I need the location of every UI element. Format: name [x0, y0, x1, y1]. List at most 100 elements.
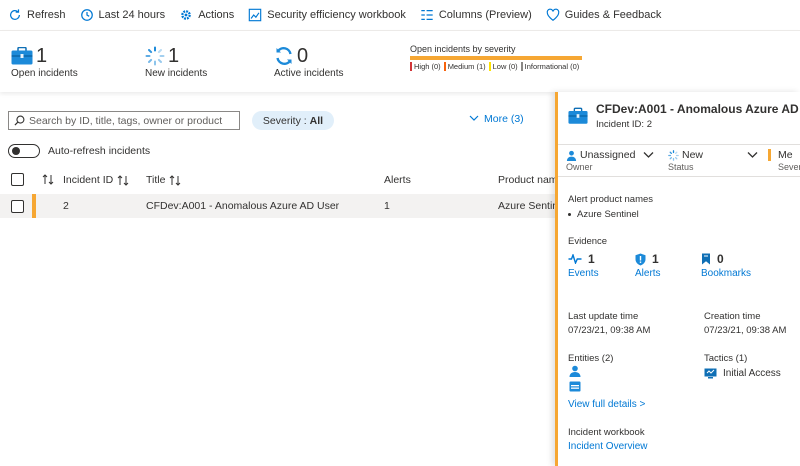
row-incident-id: 2	[63, 200, 69, 212]
column-alerts[interactable]: Alerts	[384, 174, 411, 186]
heart-icon	[546, 8, 560, 21]
table-header: Incident ID Title Alerts Product nam	[0, 168, 558, 192]
funnel-icon	[469, 115, 479, 121]
time-range-label: Last 24 hours	[98, 9, 166, 21]
row-checkbox[interactable]	[11, 200, 24, 213]
auto-refresh-label: Auto-refresh incidents	[48, 145, 151, 157]
owner-value: Unassigned	[580, 149, 636, 161]
user-entity-icon[interactable]	[569, 365, 581, 377]
select-all-checkbox[interactable]	[11, 173, 24, 186]
refresh-label: Refresh	[27, 9, 66, 21]
row-title: CFDev:A001 - Anomalous Azure AD User	[146, 200, 340, 212]
chevron-down-icon	[643, 152, 654, 158]
severity-dropdown[interactable]: Me Severity	[768, 149, 800, 172]
auto-refresh-toggle[interactable]	[8, 144, 40, 158]
pulse-icon	[568, 254, 582, 264]
column-product[interactable]: Product nam	[498, 174, 558, 186]
severity-filter-label: Severity :	[262, 114, 307, 127]
sync-icon	[276, 47, 292, 65]
refresh-button[interactable]: Refresh	[8, 8, 66, 22]
incident-overview-link[interactable]: Incident Overview	[568, 441, 647, 452]
spinner-icon	[145, 46, 165, 66]
alerts-count: 1	[652, 252, 659, 266]
table-row[interactable]: 2 CFDev:A001 - Anomalous Azure AD User 1…	[0, 194, 566, 218]
active-incidents-count: 0	[297, 45, 309, 67]
workbook-button[interactable]: Security efficiency workbook	[248, 8, 406, 22]
columns-label: Columns (Preview)	[438, 9, 532, 21]
tactics-label: Tactics (1)	[704, 353, 748, 364]
active-incidents-label: Active incidents	[274, 68, 344, 79]
severity-filter[interactable]: Severity : All	[252, 111, 334, 130]
device-entity-icon[interactable]	[569, 381, 581, 392]
sort-icon-column[interactable]	[38, 174, 54, 185]
severity-value: Me	[778, 149, 793, 161]
briefcase-icon	[11, 47, 33, 65]
owner-label: Owner	[566, 162, 593, 172]
evidence-bookmarks[interactable]: 0 Bookmarks	[701, 252, 751, 279]
bookmark-icon	[702, 253, 710, 265]
bookmarks-count: 0	[717, 252, 724, 266]
briefcase-icon	[568, 107, 588, 124]
severity-legend: High (0) Medium (1) Low (0) Informationa…	[410, 62, 585, 71]
bullet	[568, 213, 571, 216]
more-filters-button[interactable]: More (3)	[469, 113, 524, 125]
panel-title: CFDev:A001 - Anomalous Azure AD User	[596, 102, 800, 116]
sort-icon	[117, 174, 129, 186]
bookmarks-link[interactable]: Bookmarks	[701, 268, 751, 279]
more-filters-label: More (3)	[484, 113, 524, 125]
incident-workbook-label: Incident workbook	[568, 427, 645, 438]
status-label: Status	[668, 162, 694, 172]
open-incidents-count: 1	[36, 45, 48, 67]
column-alerts-label: Alerts	[384, 174, 411, 186]
row-severity-indicator	[32, 194, 36, 218]
severity-breakdown-title: Open incidents by severity	[410, 44, 516, 54]
monitor-icon	[704, 368, 717, 379]
new-incidents-count: 1	[168, 45, 180, 67]
creation-time-value: 07/23/21, 09:38 AM	[704, 325, 787, 336]
evidence-alerts[interactable]: 1 Alerts	[635, 252, 661, 279]
search-box[interactable]	[8, 111, 240, 130]
incident-details-panel: CFDev:A001 - Anomalous Azure AD User Inc…	[555, 92, 800, 466]
chart-icon	[249, 8, 262, 22]
time-range-button[interactable]: Last 24 hours	[80, 8, 166, 22]
sort-icon	[170, 174, 181, 186]
guides-label: Guides & Feedback	[564, 9, 662, 21]
gear-icon	[181, 10, 191, 20]
severity-color-marker	[768, 149, 771, 161]
clock-icon	[80, 9, 93, 21]
chevron-down-icon	[747, 152, 758, 158]
evidence-events[interactable]: 1 Events	[568, 252, 599, 279]
actions-button[interactable]: Actions	[179, 8, 234, 22]
status-dropdown[interactable]: New Status	[668, 149, 758, 172]
column-incident-id-label: Incident ID	[63, 174, 114, 186]
entities-label: Entities (2)	[568, 353, 614, 364]
severity-label: Severity	[778, 162, 800, 172]
column-incident-id[interactable]: Incident ID	[63, 174, 129, 186]
severity-bar	[410, 56, 582, 60]
severity-medium: Medium (1)	[443, 62, 486, 71]
events-link[interactable]: Events	[568, 268, 599, 279]
actions-label: Actions	[198, 9, 235, 21]
alerts-link[interactable]: Alerts	[635, 268, 661, 279]
search-icon	[14, 115, 25, 126]
alert-product-value: Azure Sentinel	[577, 209, 639, 220]
tactic-item: Initial Access	[704, 368, 781, 379]
owner-dropdown[interactable]: Unassigned Owner	[566, 149, 654, 172]
spinner-icon	[668, 149, 679, 161]
open-incidents-label: Open incidents	[11, 68, 78, 79]
events-count: 1	[588, 252, 595, 266]
alert-product-label: Alert product names	[568, 194, 654, 205]
severity-high: High (0)	[410, 62, 441, 71]
creation-time-label: Creation time	[704, 311, 761, 322]
toggle-knob	[12, 147, 20, 155]
columns-icon	[421, 10, 433, 20]
guides-button[interactable]: Guides & Feedback	[546, 8, 662, 22]
view-full-details-link[interactable]: View full details >	[568, 399, 645, 410]
column-title[interactable]: Title	[146, 174, 181, 186]
column-product-label: Product nam	[498, 174, 558, 186]
panel-header: CFDev:A001 - Anomalous Azure AD User Inc…	[568, 102, 800, 130]
columns-button[interactable]: Columns (Preview)	[420, 8, 532, 22]
search-input[interactable]	[29, 114, 239, 127]
refresh-icon	[10, 9, 20, 20]
severity-informational: Informational (0)	[520, 62, 579, 71]
